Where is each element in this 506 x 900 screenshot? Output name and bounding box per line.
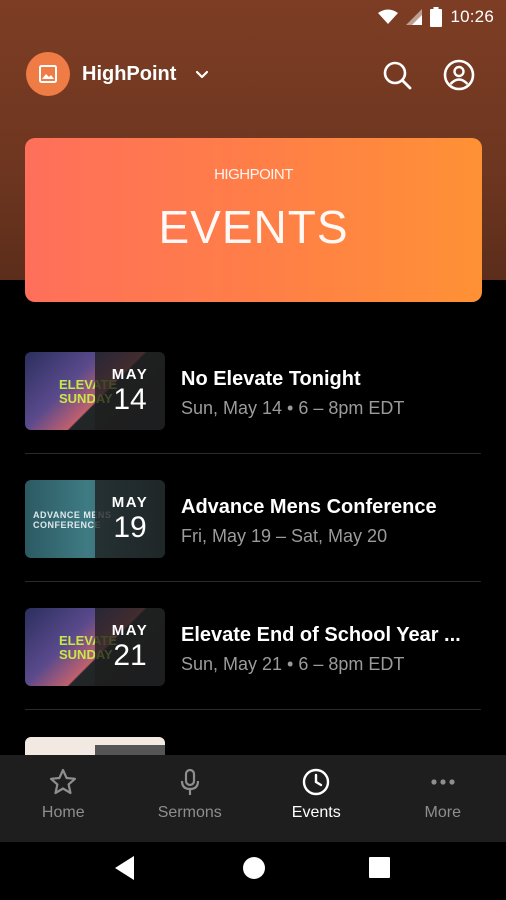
event-item[interactable]: ELEVATE SUNDAY MAY 21 Elevate End of Sch… bbox=[0, 582, 506, 710]
nav-sermons[interactable]: Sermons bbox=[127, 755, 254, 842]
home-circle-icon[interactable] bbox=[242, 856, 266, 880]
chevron-down-icon[interactable] bbox=[193, 66, 211, 84]
nav-sermons-label: Sermons bbox=[157, 804, 222, 821]
event-item[interactable]: ADVANCE MENS CONFERENCE MAY 19 Advance M… bbox=[0, 454, 506, 582]
date-day: 14 bbox=[113, 383, 147, 416]
cellular-signal-icon bbox=[406, 9, 423, 25]
profile-icon[interactable] bbox=[442, 58, 476, 92]
date-badge: MAY 21 bbox=[95, 608, 165, 686]
nav-events-label: Events bbox=[291, 804, 341, 821]
image-icon bbox=[39, 65, 57, 83]
wifi-icon bbox=[378, 9, 399, 24]
events-banner: HIGHPOINT EVENTS bbox=[25, 138, 482, 302]
event-thumbnail: ELEVATE SUNDAY MAY 14 bbox=[25, 352, 165, 430]
date-day: 21 bbox=[113, 639, 147, 672]
system-navigation-bar bbox=[0, 842, 506, 900]
event-datetime: Sun, May 21 • 6 – 8pm EDT bbox=[181, 654, 405, 674]
status-bar: 10:26 bbox=[0, 0, 506, 36]
back-icon[interactable] bbox=[114, 855, 136, 881]
app-name[interactable]: HighPoint bbox=[82, 63, 176, 86]
event-thumbnail: ELEVATE SUNDAY MAY 21 bbox=[25, 608, 165, 686]
event-title: Elevate End of School Year ... bbox=[181, 624, 461, 646]
event-item[interactable]: ELEVATE SUNDAY MAY 14 No Elevate Tonight… bbox=[0, 326, 506, 454]
bottom-navigation: Home Sermons Events More bbox=[0, 755, 506, 842]
date-badge: MAY 19 bbox=[95, 480, 165, 558]
nav-more[interactable]: More bbox=[380, 755, 506, 842]
nav-home-label: Home bbox=[41, 804, 85, 821]
clock-icon bbox=[303, 768, 330, 796]
nav-more-label: More bbox=[424, 804, 461, 821]
star-icon bbox=[50, 768, 77, 795]
app-logo[interactable] bbox=[26, 52, 70, 96]
nav-home[interactable]: Home bbox=[0, 755, 127, 842]
status-icons: 10:26 bbox=[378, 7, 494, 27]
banner-kicker: HIGHPOINT bbox=[214, 166, 293, 183]
app-header: HighPoint bbox=[0, 50, 506, 100]
divider bbox=[25, 709, 481, 710]
microphone-icon bbox=[180, 768, 199, 795]
date-month: MAY bbox=[111, 622, 149, 639]
event-thumbnail: ADVANCE MENS CONFERENCE MAY 19 bbox=[25, 480, 165, 558]
date-day: 19 bbox=[113, 511, 147, 544]
banner-title: EVENTS bbox=[158, 201, 349, 253]
event-datetime: Fri, May 19 – Sat, May 20 bbox=[181, 526, 388, 546]
nav-events[interactable]: Events bbox=[253, 755, 380, 842]
event-title: Advance Mens Conference bbox=[181, 496, 437, 518]
more-dots-icon bbox=[431, 779, 455, 785]
event-title: No Elevate Tonight bbox=[181, 368, 361, 390]
event-datetime: Sun, May 14 • 6 – 8pm EDT bbox=[181, 398, 405, 418]
date-month: MAY bbox=[111, 366, 149, 383]
search-icon[interactable] bbox=[380, 58, 414, 92]
status-time: 10:26 bbox=[450, 7, 494, 26]
event-list: ELEVATE SUNDAY MAY 14 No Elevate Tonight… bbox=[0, 326, 506, 710]
date-badge: MAY 14 bbox=[95, 352, 165, 430]
recent-apps-icon[interactable] bbox=[369, 857, 390, 878]
battery-icon bbox=[430, 7, 443, 27]
date-month: MAY bbox=[111, 494, 149, 511]
